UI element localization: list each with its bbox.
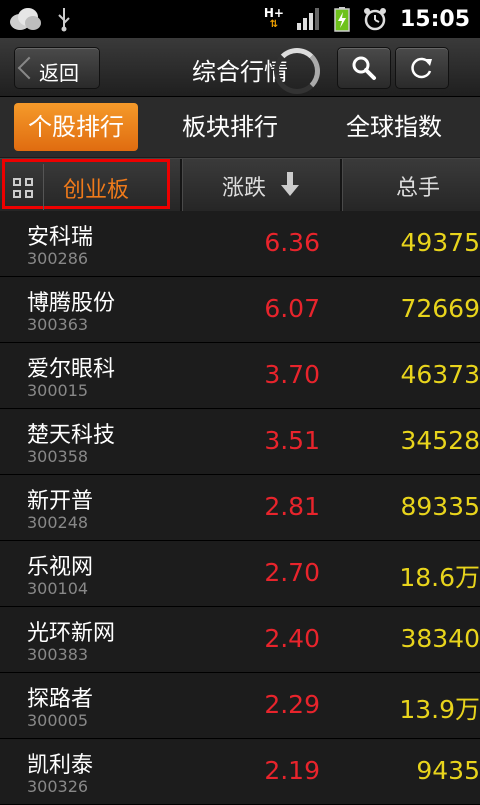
stock-list: 安科瑞 300286 6.36 49375 博腾股份 300363 6.07 7… bbox=[0, 211, 480, 805]
stock-change: 6.07 bbox=[264, 294, 320, 323]
board-selector[interactable]: 创业板 bbox=[2, 159, 170, 210]
data-arrows-icon: ⇅ bbox=[269, 19, 279, 30]
table-row[interactable]: 乐视网 300104 2.70 18.6万 bbox=[0, 541, 480, 607]
weather-cloud-icon bbox=[10, 8, 41, 30]
stock-name: 新开普 bbox=[27, 489, 94, 514]
column-header: 创业板 涨跌 总手 bbox=[0, 158, 480, 212]
network-indicator: H+ ⇅ bbox=[264, 7, 284, 31]
stock-code: 300326 bbox=[27, 777, 89, 796]
refresh-icon bbox=[411, 57, 432, 79]
stock-change: 2.81 bbox=[264, 492, 320, 521]
stock-change: 3.70 bbox=[264, 360, 320, 389]
signal-icon bbox=[296, 8, 319, 30]
stock-change: 2.40 bbox=[264, 624, 320, 653]
stock-volume: 72669 bbox=[400, 294, 480, 323]
status-bar: H+ ⇅ 15:05 bbox=[0, 0, 480, 38]
table-row[interactable]: 新开普 300248 2.81 89335 bbox=[0, 475, 480, 541]
tab-stock-ranking[interactable]: 个股排行 bbox=[14, 103, 138, 151]
table-row[interactable]: 光环新网 300383 2.40 38340 bbox=[0, 607, 480, 673]
volume-column-header[interactable]: 总手 bbox=[396, 170, 440, 202]
table-row[interactable]: 探路者 300005 2.29 13.9万 bbox=[0, 673, 480, 739]
stock-code: 300015 bbox=[27, 381, 89, 400]
stock-name: 探路者 bbox=[27, 687, 94, 712]
battery-charging-icon bbox=[334, 7, 350, 32]
title-bar: 返回 综合行情 bbox=[0, 38, 480, 97]
stock-name: 博腾股份 bbox=[27, 291, 116, 316]
stock-change: 2.70 bbox=[264, 558, 320, 587]
stock-code: 300383 bbox=[27, 645, 89, 664]
search-icon bbox=[352, 56, 376, 80]
stock-volume: 13.9万 bbox=[399, 695, 480, 724]
stock-volume: 9435 bbox=[416, 756, 480, 785]
stock-code: 300358 bbox=[27, 447, 89, 466]
stock-volume: 89335 bbox=[400, 492, 480, 521]
stock-name: 楚天科技 bbox=[27, 423, 116, 448]
stock-change: 6.36 bbox=[264, 228, 320, 257]
table-row[interactable]: 博腾股份 300363 6.07 72669 bbox=[0, 277, 480, 343]
stock-code: 300005 bbox=[27, 711, 89, 730]
tab-global-index[interactable]: 全球指数 bbox=[332, 103, 456, 151]
usb-icon bbox=[58, 8, 70, 32]
stock-name: 爱尔眼科 bbox=[27, 357, 116, 382]
stock-change: 2.19 bbox=[264, 756, 320, 785]
stock-name: 乐视网 bbox=[27, 555, 94, 580]
network-type: H+ bbox=[263, 6, 284, 20]
loading-spinner-icon bbox=[274, 48, 320, 94]
stock-change: 3.51 bbox=[264, 426, 320, 455]
stock-name: 光环新网 bbox=[27, 621, 116, 646]
grid-menu-icon bbox=[13, 178, 33, 198]
stock-code: 300363 bbox=[27, 315, 89, 334]
board-selector-label: 创业板 bbox=[63, 178, 130, 203]
table-row[interactable]: 凯利泰 300326 2.19 9435 bbox=[0, 739, 480, 805]
stock-volume: 18.6万 bbox=[399, 563, 480, 592]
clock: 15:05 bbox=[399, 6, 470, 32]
stock-change: 2.29 bbox=[264, 690, 320, 719]
change-column-header[interactable]: 涨跌 bbox=[222, 170, 266, 202]
alarm-clock-icon bbox=[363, 8, 386, 31]
sort-down-arrow-icon bbox=[281, 172, 299, 196]
stock-code: 300248 bbox=[27, 513, 89, 532]
ranking-tabs: 个股排行 板块排行 全球指数 bbox=[0, 97, 480, 157]
table-row[interactable]: 楚天科技 300358 3.51 34528 bbox=[0, 409, 480, 475]
refresh-button[interactable] bbox=[395, 47, 449, 89]
stock-volume: 38340 bbox=[400, 624, 480, 653]
search-button[interactable] bbox=[337, 47, 391, 89]
stock-code: 300286 bbox=[27, 249, 89, 268]
stock-volume: 34528 bbox=[400, 426, 480, 455]
table-row[interactable]: 爱尔眼科 300015 3.70 46373 bbox=[0, 343, 480, 409]
stock-code: 300104 bbox=[27, 579, 89, 598]
stock-name: 安科瑞 bbox=[27, 225, 94, 250]
table-row[interactable]: 安科瑞 300286 6.36 49375 bbox=[0, 211, 480, 277]
stock-volume: 46373 bbox=[400, 360, 480, 389]
stock-volume: 49375 bbox=[400, 228, 480, 257]
tab-sector-ranking[interactable]: 板块排行 bbox=[168, 103, 292, 151]
stock-name: 凯利泰 bbox=[27, 753, 94, 778]
